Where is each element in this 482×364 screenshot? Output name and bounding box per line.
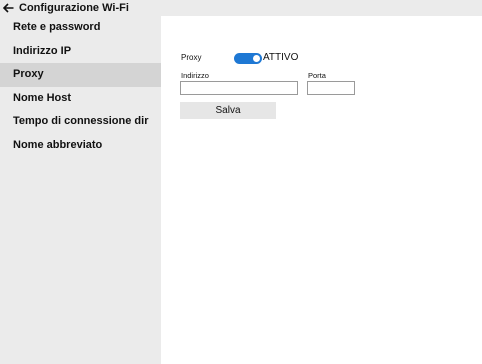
toggle-knob	[253, 55, 260, 62]
proxy-toggle-state: ATTIVO	[263, 52, 299, 63]
sidebar-item-nome-host[interactable]: Nome Host	[0, 87, 161, 111]
sidebar-item-indirizzo-ip[interactable]: Indirizzo IP	[0, 40, 161, 64]
address-label: Indirizzo	[181, 71, 209, 80]
header-bar: Configurazione Wi-Fi	[0, 0, 482, 16]
sidebar-item-proxy[interactable]: Proxy	[0, 63, 161, 87]
page-title: Configurazione Wi-Fi	[19, 2, 129, 14]
port-label: Porta	[308, 71, 326, 80]
sidebar-item-tempo-di-connessione[interactable]: Tempo di connessione dir	[0, 110, 161, 134]
proxy-settings-panel: Proxy ATTIVO Indirizzo Porta Salva	[161, 16, 482, 364]
arrow-left-icon[interactable]	[3, 1, 15, 15]
port-input[interactable]	[307, 81, 355, 95]
proxy-toggle[interactable]	[234, 53, 262, 64]
proxy-label: Proxy	[181, 53, 202, 62]
save-button[interactable]: Salva	[180, 102, 276, 119]
address-input[interactable]	[180, 81, 298, 95]
sidebar-item-rete-e-password[interactable]: Rete e password	[0, 16, 161, 40]
sidebar: Rete e password Indirizzo IP Proxy Nome …	[0, 16, 161, 364]
sidebar-item-nome-abbreviato[interactable]: Nome abbreviato	[0, 134, 161, 158]
